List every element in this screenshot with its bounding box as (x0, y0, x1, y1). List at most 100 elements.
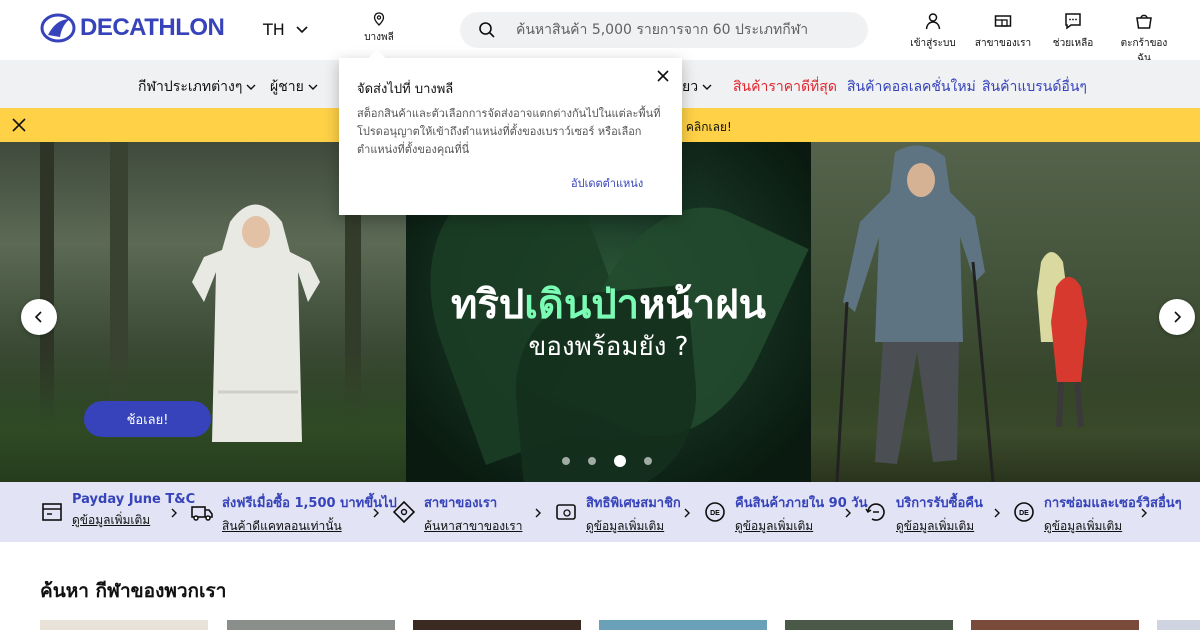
delivery-location[interactable]: บางพลี (362, 12, 396, 45)
hiker-man-image (835, 145, 995, 482)
nav-item-new-collection[interactable]: สินค้าคอลเลคชั่นใหม่ (847, 76, 976, 98)
login-label: เข้าสู่ระบบ (910, 38, 956, 49)
chevron-right-icon (535, 508, 541, 518)
hiker-woman-image (192, 204, 320, 442)
search-input[interactable] (516, 22, 856, 38)
decathlon-logo[interactable]: DECATHLON (40, 13, 225, 43)
chevron-right-icon (373, 508, 379, 518)
service-returns[interactable]: DE คืนสินค้าภายใน 90 วัน ดูข้อมูลเพิ่มเติ… (703, 492, 867, 536)
service-title: การซ่อมและเซอร์วิสอื่นๆ (1044, 496, 1182, 511)
nav-item-best-price[interactable]: สินค้าราคาดีที่สุด (733, 76, 837, 98)
chevron-right-icon (1174, 311, 1182, 323)
popup-body: สต็อกสินค้าและตัวเลือกการจัดส่งอาจแตกต่า… (357, 107, 661, 156)
service-stores[interactable]: สาขาของเรา ค้นหาสาขาของเรา (392, 492, 522, 536)
language-selector[interactable]: TH (263, 20, 309, 39)
chevron-down-icon (296, 25, 308, 33)
service-buyback[interactable]: บริการรับซื้อคืนดูข้อมูลเพิ่มเติม (864, 492, 983, 536)
help-label: ช่วยเหลือ (1052, 38, 1094, 49)
site-header: DECATHLON TH บางพลี เข้าสู่ระบบ สาขาของเ… (0, 0, 1200, 64)
service-title: ส่งฟรีเมื่อซื้อ 1,500 บาทขึ้นไป (222, 496, 397, 511)
chevron-right-icon (1141, 508, 1147, 518)
service-link[interactable]: ค้นหาสาขาของเรา (424, 517, 522, 536)
hikers-group-image (1037, 252, 1087, 428)
sport-card[interactable] (785, 620, 953, 630)
chevron-right-icon (171, 508, 177, 518)
location-diamond-icon (392, 500, 416, 524)
member-card-icon (556, 504, 576, 520)
basket-icon (1136, 14, 1152, 29)
service-link[interactable]: ดูข้อมูลเพิ่มเติม (735, 517, 867, 536)
carousel-next-button[interactable] (1159, 299, 1195, 335)
service-member[interactable]: สิทธิพิเศษสมาชิกดูข้อมูลเพิ่มเติม (554, 492, 681, 536)
cart-button[interactable]: ตะกร้าของฉัน (1114, 12, 1174, 66)
store-icon (994, 15, 1012, 27)
logo-mark-icon (40, 13, 76, 43)
chevron-right-icon (994, 508, 1000, 518)
service-title: สิทธิพิเศษสมาชิก (586, 496, 681, 511)
hero-title-highlight: เดินป่า (524, 282, 640, 328)
sport-card[interactable] (599, 620, 767, 630)
delivery-location-popup: จัดส่งไปที่ บางพลี สต็อกสินค้าและตัวเลือ… (339, 49, 682, 215)
nav-men-label: ผู้ชาย (270, 79, 304, 95)
service-free-shipping[interactable]: ส่งฟรีเมื่อซื้อ 1,500 บาทขึ้นไปสินค้าดีแ… (190, 492, 397, 536)
nav-new-collection-label: สินค้าคอลเลคชั่นใหม่ (847, 79, 976, 95)
hero-title-part-c: หน้าฝน (639, 282, 767, 328)
nav-sports-label: กีฬาประเภทต่างๆ (138, 79, 243, 95)
user-icon (925, 13, 941, 30)
buyback-icon (865, 503, 885, 521)
sport-card[interactable] (413, 620, 581, 630)
service-title: บริการรับซื้อคืน (896, 496, 983, 511)
nav-item-men[interactable]: ผู้ชาย (270, 76, 318, 98)
return-icon: DE (705, 502, 725, 522)
carousel-dots (562, 455, 652, 467)
sport-card[interactable] (227, 620, 395, 630)
repair-icon: DE (1014, 502, 1034, 522)
popup-title: จัดส่งไปที่ บางพลี (357, 82, 454, 97)
location-pin-icon (373, 12, 385, 26)
shop-now-button[interactable]: ช้อเลย! (84, 401, 211, 437)
close-icon[interactable] (657, 70, 669, 82)
service-link[interactable]: ดูข้อมูลเพิ่มเติม (586, 517, 681, 536)
services-strip: Payday June T&C ดูข้อมูลเพิ่มเติม ส่งฟรีเ… (0, 482, 1200, 542)
chevron-right-icon (684, 508, 690, 518)
stores-label: สาขาของเรา (974, 38, 1032, 49)
help-button[interactable]: ช่วยเหลือ (1043, 12, 1103, 51)
close-icon[interactable] (12, 118, 26, 132)
sport-card[interactable] (971, 620, 1139, 630)
service-repair[interactable]: DE การซ่อมและเซอร์วิสอื่นๆดูข้อมูลเพิ่มเ… (1012, 492, 1182, 536)
chevron-down-icon (308, 84, 318, 90)
search-bar[interactable] (460, 12, 868, 48)
nav-item-sports[interactable]: กีฬาประเภทต่างๆ (138, 76, 256, 98)
sport-card[interactable] (1157, 620, 1200, 630)
carousel-dot[interactable] (588, 457, 596, 465)
chat-icon (1065, 13, 1081, 30)
banner-text[interactable]: – คลิกเลย! (676, 118, 732, 137)
sports-section-title: ค้นหา กีฬาของพวกเรา (40, 580, 227, 602)
nav-item-other-brands[interactable]: สินค้าแบรนด์อื่นๆ (982, 76, 1087, 98)
logo-text: DECATHLON (80, 14, 225, 41)
hero-subtitle: ของพร้อมยัง ? (528, 332, 689, 362)
search-icon (479, 22, 495, 38)
service-title: Payday June T&C (72, 492, 196, 507)
stores-button[interactable]: สาขาของเรา (973, 12, 1033, 51)
chevron-down-icon (702, 84, 712, 90)
chevron-down-icon (246, 84, 256, 90)
hero-title-part-a: ทริป (450, 282, 525, 328)
nav-best-price-label: สินค้าราคาดีที่สุด (733, 79, 837, 95)
service-link[interactable]: สินค้าดีแคทลอนเท่านั้น (222, 517, 397, 536)
login-button[interactable]: เข้าสู่ระบบ (903, 12, 963, 51)
carousel-dot-active[interactable] (614, 455, 626, 467)
sport-card[interactable] (40, 620, 208, 630)
carousel-prev-button[interactable] (21, 299, 57, 335)
nav-item-partial[interactable]: ยว (682, 76, 712, 98)
nav-other-brands-label: สินค้าแบรนด์อื่นๆ (982, 79, 1087, 95)
update-location-link[interactable]: อัปเดตตำแหน่ง (571, 174, 643, 192)
service-link[interactable]: ดูข้อมูลเพิ่มเติม (896, 517, 983, 536)
nav-partial-label: ยว (682, 79, 699, 95)
carousel-dot[interactable] (644, 457, 652, 465)
chevron-right-icon (845, 508, 851, 518)
carousel-dot[interactable] (562, 457, 570, 465)
chevron-left-icon (34, 311, 42, 323)
service-link[interactable]: ดูข้อมูลเพิ่มเติม (1044, 517, 1182, 536)
receipt-icon (42, 503, 62, 521)
